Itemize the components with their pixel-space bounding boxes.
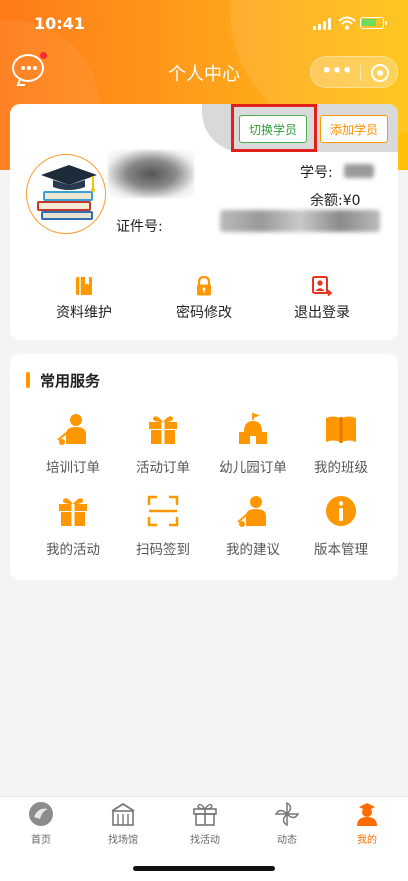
section-accent-bar (26, 372, 30, 388)
service-kindergarten-orders[interactable]: 幼儿园订单 (206, 412, 296, 482)
tab-home[interactable]: 首页 (0, 801, 82, 851)
service-my-suggestions[interactable]: 我的建议 (206, 494, 296, 564)
service-label: 我的班级 (314, 460, 368, 476)
service-my-class[interactable]: 我的班级 (294, 412, 384, 482)
avatar[interactable] (26, 154, 106, 234)
services-card: 常用服务 培训订单 活动订单 幼儿园订单 我的班级 我的活动 扫码签到 我的建议… (10, 354, 398, 580)
service-scan-checkin[interactable]: 扫码签到 (116, 494, 206, 564)
tab-find-venue[interactable]: 找场馆 (82, 801, 164, 851)
change-password-action[interactable]: 密码修改 (144, 274, 264, 324)
services-title: 常用服务 (40, 372, 101, 390)
gift-icon (149, 416, 177, 444)
capsule-divider (360, 65, 361, 81)
more-options-icon[interactable]: ••• (321, 62, 353, 80)
gift-icon (193, 803, 217, 826)
close-program-icon[interactable] (371, 64, 389, 82)
nav-bar: 个人中心 ••• (0, 52, 408, 92)
status-bar: 10:41 (0, 0, 408, 48)
student-id-redacted (344, 164, 374, 178)
service-training-orders[interactable]: 培训订单 (26, 412, 116, 482)
service-label: 幼儿园订单 (219, 460, 287, 476)
student-id-label: 学号: (300, 165, 333, 181)
signal-icon (313, 18, 333, 30)
open-book-icon (326, 416, 356, 443)
graduation-books-icon (37, 165, 97, 220)
service-label: 活动订单 (136, 460, 190, 476)
tab-label: 首页 (31, 835, 51, 846)
balance-label: 余额:¥0 (310, 193, 361, 209)
battery-icon (360, 17, 387, 29)
venue-icon (111, 802, 135, 826)
info-icon (326, 496, 356, 526)
teacher-icon (57, 414, 86, 445)
profile-book-icon (76, 277, 92, 295)
scan-icon (147, 495, 179, 527)
certificate-number-redacted (220, 210, 380, 232)
notification-dot (40, 52, 47, 59)
mini-program-capsule: ••• (310, 56, 398, 88)
student-name-redacted (108, 150, 194, 198)
highlight-box (231, 104, 317, 152)
profile-maintenance-action[interactable]: 资料维护 (24, 274, 144, 324)
service-label: 我的活动 (46, 542, 100, 558)
action-label: 密码修改 (176, 305, 232, 321)
service-label: 版本管理 (314, 542, 368, 558)
home-indicator (133, 866, 275, 871)
logout-action[interactable]: 退出登录 (262, 274, 382, 324)
school-icon (239, 413, 267, 444)
home-icon (29, 802, 53, 826)
service-label: 培训订单 (46, 460, 100, 476)
tab-mine[interactable]: 我的 (326, 801, 408, 851)
service-my-activities[interactable]: 我的活动 (26, 494, 116, 564)
status-time: 10:41 (34, 14, 85, 33)
certificate-label: 证件号: (116, 219, 163, 235)
tab-label: 找活动 (190, 835, 220, 846)
teacher-icon (237, 496, 266, 527)
logout-icon (312, 276, 332, 296)
service-label: 我的建议 (226, 542, 280, 558)
service-label: 扫码签到 (136, 542, 190, 558)
wifi-icon (338, 16, 356, 30)
action-label: 资料维护 (56, 305, 112, 321)
tab-label: 动态 (277, 835, 297, 846)
tab-label: 找场馆 (108, 835, 138, 846)
pinwheel-icon (274, 801, 300, 827)
tab-moments[interactable]: 动态 (246, 801, 328, 851)
tab-find-activity[interactable]: 找活动 (164, 801, 246, 851)
profile-card: 切换学员 添加学员 学号: 余额:¥0 证件号: 资料维护 密码修改 退出登录 (10, 104, 398, 340)
service-version-management[interactable]: 版本管理 (294, 494, 384, 564)
tab-label: 我的 (357, 835, 377, 846)
service-activity-orders[interactable]: 活动订单 (116, 412, 206, 482)
gift-icon (59, 498, 87, 526)
add-student-button[interactable]: 添加学员 (320, 115, 388, 143)
action-label: 退出登录 (294, 305, 350, 321)
lock-icon (197, 276, 211, 296)
user-icon (357, 803, 377, 826)
